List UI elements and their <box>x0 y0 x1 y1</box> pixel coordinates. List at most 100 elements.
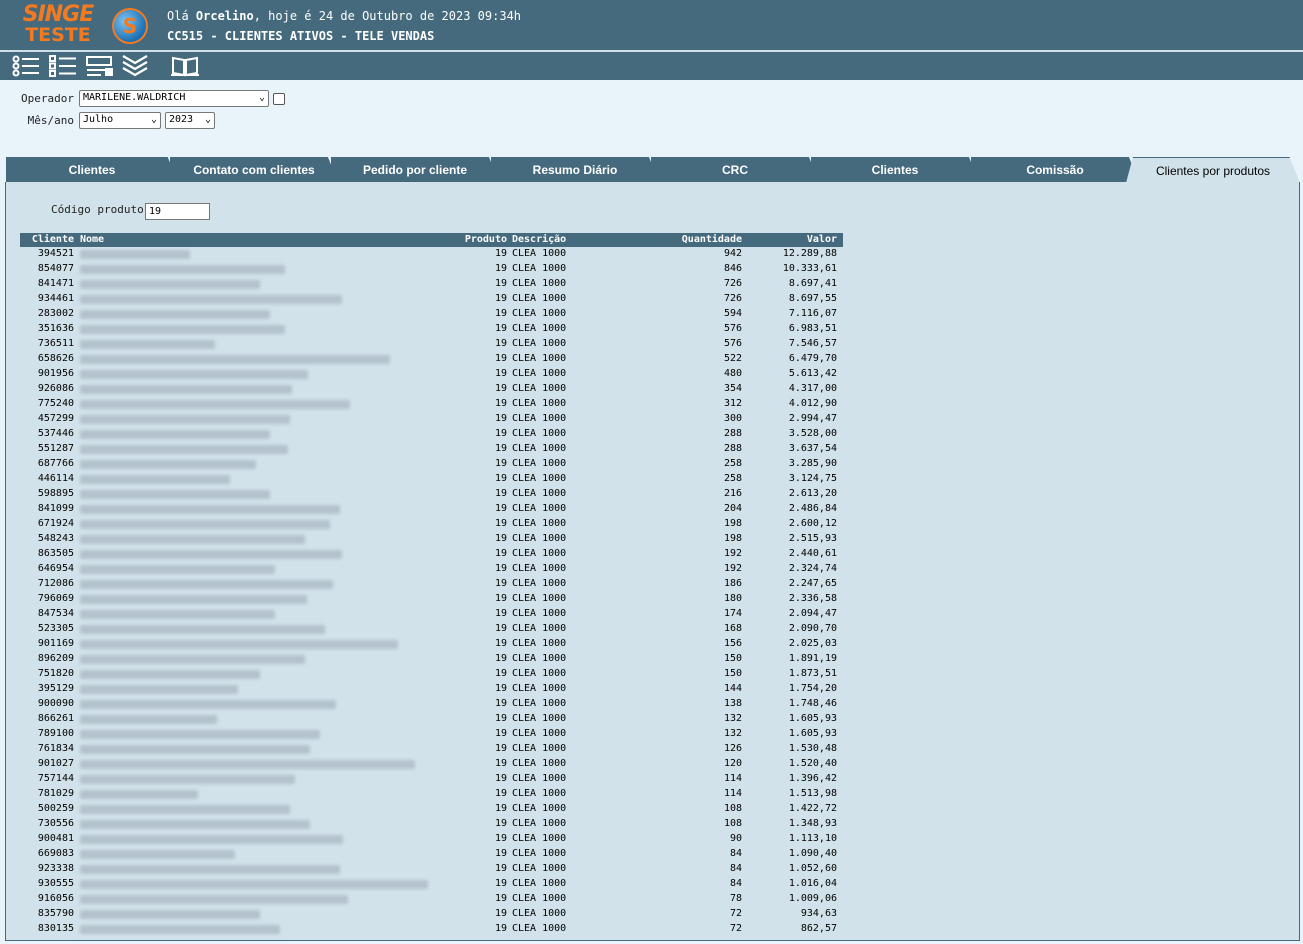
cell-cliente: 863505 <box>37 548 74 559</box>
cell-quantidade: 192 <box>723 548 742 559</box>
cell-quantidade: 108 <box>723 803 742 814</box>
table-row[interactable]: 901027 19 CLEA 1000 120 1.520,40 <box>20 757 843 772</box>
cell-quantidade: 288 <box>723 428 742 439</box>
table-row[interactable]: 866261 19 CLEA 1000 132 1.605,93 <box>20 712 843 727</box>
ano-select[interactable]: 2023 ⌄ <box>165 112 215 129</box>
table-row[interactable]: 835790 19 CLEA 1000 72 934,63 <box>20 907 843 922</box>
table-row[interactable]: 900481 19 CLEA 1000 90 1.113,10 <box>20 832 843 847</box>
table-row[interactable]: 523305 19 CLEA 1000 168 2.090,70 <box>20 622 843 637</box>
table-row[interactable]: 671924 19 CLEA 1000 198 2.600,12 <box>20 517 843 532</box>
table-row[interactable]: 351636 19 CLEA 1000 576 6.983,51 <box>20 322 843 337</box>
cell-descricao: CLEA 1000 <box>512 263 567 274</box>
cell-nome <box>80 833 430 847</box>
tab-contato-com-clientes[interactable]: Contato com clientes <box>170 157 338 182</box>
cell-cliente: 671924 <box>37 518 74 529</box>
table-row[interactable]: 775240 19 CLEA 1000 312 4.012,90 <box>20 397 843 412</box>
table-row[interactable]: 658626 19 CLEA 1000 522 6.479,70 <box>20 352 843 367</box>
cell-nome <box>80 413 430 427</box>
redacted-name <box>80 850 235 859</box>
table-row[interactable]: 796069 19 CLEA 1000 180 2.336,58 <box>20 592 843 607</box>
redacted-name <box>80 790 198 799</box>
cell-descricao: CLEA 1000 <box>512 893 567 904</box>
table-row[interactable]: 283002 19 CLEA 1000 594 7.116,07 <box>20 307 843 322</box>
table-row[interactable]: 395129 19 CLEA 1000 144 1.754,20 <box>20 682 843 697</box>
table-row[interactable]: 847534 19 CLEA 1000 174 2.094,47 <box>20 607 843 622</box>
mes-select[interactable]: Julho ⌄ <box>79 112 161 129</box>
table-row[interactable]: 757144 19 CLEA 1000 114 1.396,42 <box>20 772 843 787</box>
table-row[interactable]: 394521 19 CLEA 1000 942 12.289,88 <box>20 247 843 262</box>
checklist-icon[interactable] <box>48 54 78 78</box>
cell-descricao: CLEA 1000 <box>512 668 567 679</box>
cell-produto: 19 <box>494 743 507 754</box>
redacted-name <box>80 745 310 754</box>
operador-checkbox[interactable] <box>273 93 285 105</box>
table-row[interactable]: 916056 19 CLEA 1000 78 1.009,06 <box>20 892 843 907</box>
tab-clientes-2[interactable]: Clientes <box>811 157 979 182</box>
cell-nome <box>80 308 430 322</box>
table-row[interactable]: 930555 19 CLEA 1000 84 1.016,04 <box>20 877 843 892</box>
table-row[interactable]: 934461 19 CLEA 1000 726 8.697,55 <box>20 292 843 307</box>
redacted-name <box>80 340 215 349</box>
table-row[interactable]: 669083 19 CLEA 1000 84 1.090,40 <box>20 847 843 862</box>
table-row[interactable]: 761834 19 CLEA 1000 126 1.530,48 <box>20 742 843 757</box>
chevrons-down-icon[interactable] <box>120 54 150 78</box>
table-row[interactable]: 736511 19 CLEA 1000 576 7.546,57 <box>20 337 843 352</box>
book-icon[interactable] <box>170 54 200 78</box>
table-row[interactable]: 730556 19 CLEA 1000 108 1.348,93 <box>20 817 843 832</box>
cell-descricao: CLEA 1000 <box>512 698 567 709</box>
form-icon[interactable] <box>85 54 115 78</box>
cell-quantidade: 126 <box>723 743 742 754</box>
table-row[interactable]: 500259 19 CLEA 1000 108 1.422,72 <box>20 802 843 817</box>
tab-clientes[interactable]: Clientes <box>6 157 178 182</box>
table-row[interactable]: 687766 19 CLEA 1000 258 3.285,90 <box>20 457 843 472</box>
tab-clientes-por-produtos[interactable]: Clientes por produtos <box>1126 157 1300 183</box>
table-row[interactable]: 901956 19 CLEA 1000 480 5.613,42 <box>20 367 843 382</box>
col-descricao[interactable]: Descrição <box>512 234 592 245</box>
col-valor[interactable]: Valor <box>750 234 837 245</box>
table-row[interactable]: 901169 19 CLEA 1000 156 2.025,03 <box>20 637 843 652</box>
table-row[interactable]: 854077 19 CLEA 1000 846 10.333,61 <box>20 262 843 277</box>
table-row[interactable]: 712086 19 CLEA 1000 186 2.247,65 <box>20 577 843 592</box>
tab-pedido-por-cliente[interactable]: Pedido por cliente <box>331 157 499 182</box>
table-row[interactable]: 923338 19 CLEA 1000 84 1.052,60 <box>20 862 843 877</box>
table-row[interactable]: 841099 19 CLEA 1000 204 2.486,84 <box>20 502 843 517</box>
table-row[interactable]: 457299 19 CLEA 1000 300 2.994,47 <box>20 412 843 427</box>
table-row[interactable]: 900090 19 CLEA 1000 138 1.748,46 <box>20 697 843 712</box>
table-row[interactable]: 789100 19 CLEA 1000 132 1.605,93 <box>20 727 843 742</box>
operador-select[interactable]: MARILENE.WALDRICH ⌄ <box>79 90 269 107</box>
tab-resumo-diario[interactable]: Resumo Diário <box>491 157 659 182</box>
redacted-name <box>80 280 260 289</box>
cell-descricao: CLEA 1000 <box>512 833 567 844</box>
cell-valor: 8.697,41 <box>788 278 837 289</box>
cell-nome <box>80 293 430 307</box>
table-row[interactable]: 548243 19 CLEA 1000 198 2.515,93 <box>20 532 843 547</box>
cell-descricao: CLEA 1000 <box>512 323 567 334</box>
cell-quantidade: 84 <box>729 878 742 889</box>
codigo-produto-input[interactable]: 19 <box>145 203 210 220</box>
redacted-name <box>80 400 350 409</box>
cell-valor: 862,57 <box>800 923 837 934</box>
cell-quantidade: 576 <box>723 338 742 349</box>
tab-comissao[interactable]: Comissão <box>971 157 1139 182</box>
table-row[interactable]: 926086 19 CLEA 1000 354 4.317,00 <box>20 382 843 397</box>
table-row[interactable]: 830135 19 CLEA 1000 72 862,57 <box>20 922 843 937</box>
list-icon[interactable] <box>11 54 41 78</box>
table-row[interactable]: 863505 19 CLEA 1000 192 2.440,61 <box>20 547 843 562</box>
col-nome[interactable]: Nome <box>80 234 430 245</box>
logo-globe-icon: S <box>112 8 148 44</box>
tab-crc[interactable]: CRC <box>651 157 819 182</box>
table-row[interactable]: 841471 19 CLEA 1000 726 8.697,41 <box>20 277 843 292</box>
col-quantidade[interactable]: Quantidade <box>620 234 742 245</box>
cell-valor: 1.052,60 <box>788 863 837 874</box>
col-cliente[interactable]: Cliente <box>20 234 74 245</box>
table-row[interactable]: 537446 19 CLEA 1000 288 3.528,00 <box>20 427 843 442</box>
cell-quantidade: 480 <box>723 368 742 379</box>
table-row[interactable]: 896209 19 CLEA 1000 150 1.891,19 <box>20 652 843 667</box>
col-produto[interactable]: Produto <box>440 234 507 245</box>
table-row[interactable]: 551287 19 CLEA 1000 288 3.637,54 <box>20 442 843 457</box>
table-row[interactable]: 598895 19 CLEA 1000 216 2.613,20 <box>20 487 843 502</box>
table-row[interactable]: 751820 19 CLEA 1000 150 1.873,51 <box>20 667 843 682</box>
table-row[interactable]: 646954 19 CLEA 1000 192 2.324,74 <box>20 562 843 577</box>
table-row[interactable]: 781029 19 CLEA 1000 114 1.513,98 <box>20 787 843 802</box>
table-row[interactable]: 446114 19 CLEA 1000 258 3.124,75 <box>20 472 843 487</box>
